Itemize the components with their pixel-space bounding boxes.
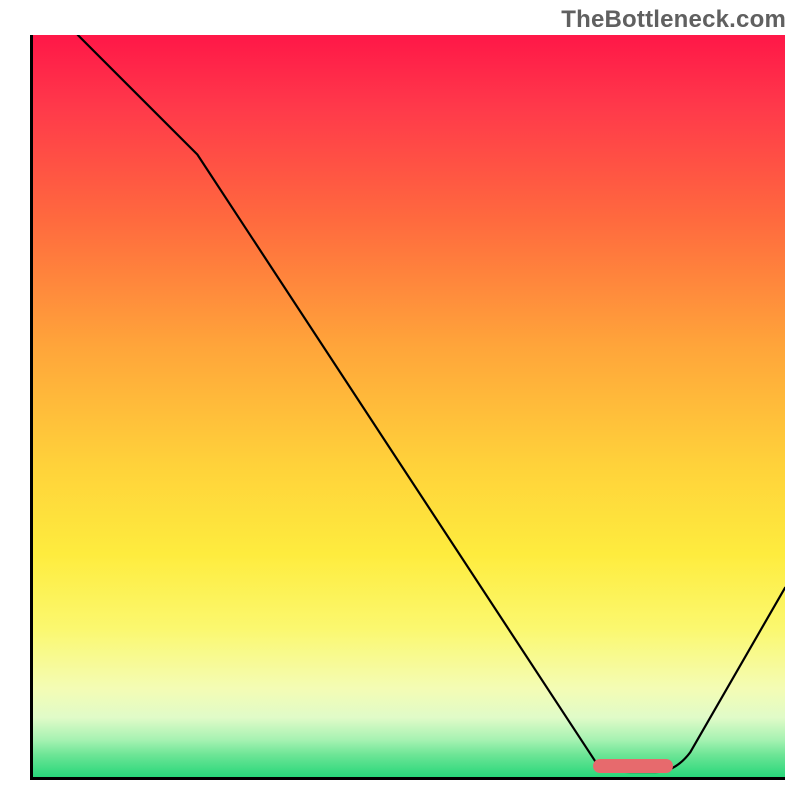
optimal-range-marker <box>593 759 673 773</box>
chart-plot-area <box>30 35 785 780</box>
bottleneck-curve <box>33 35 785 777</box>
brand-watermark: TheBottleneck.com <box>561 6 786 34</box>
curve-path <box>33 35 785 772</box>
